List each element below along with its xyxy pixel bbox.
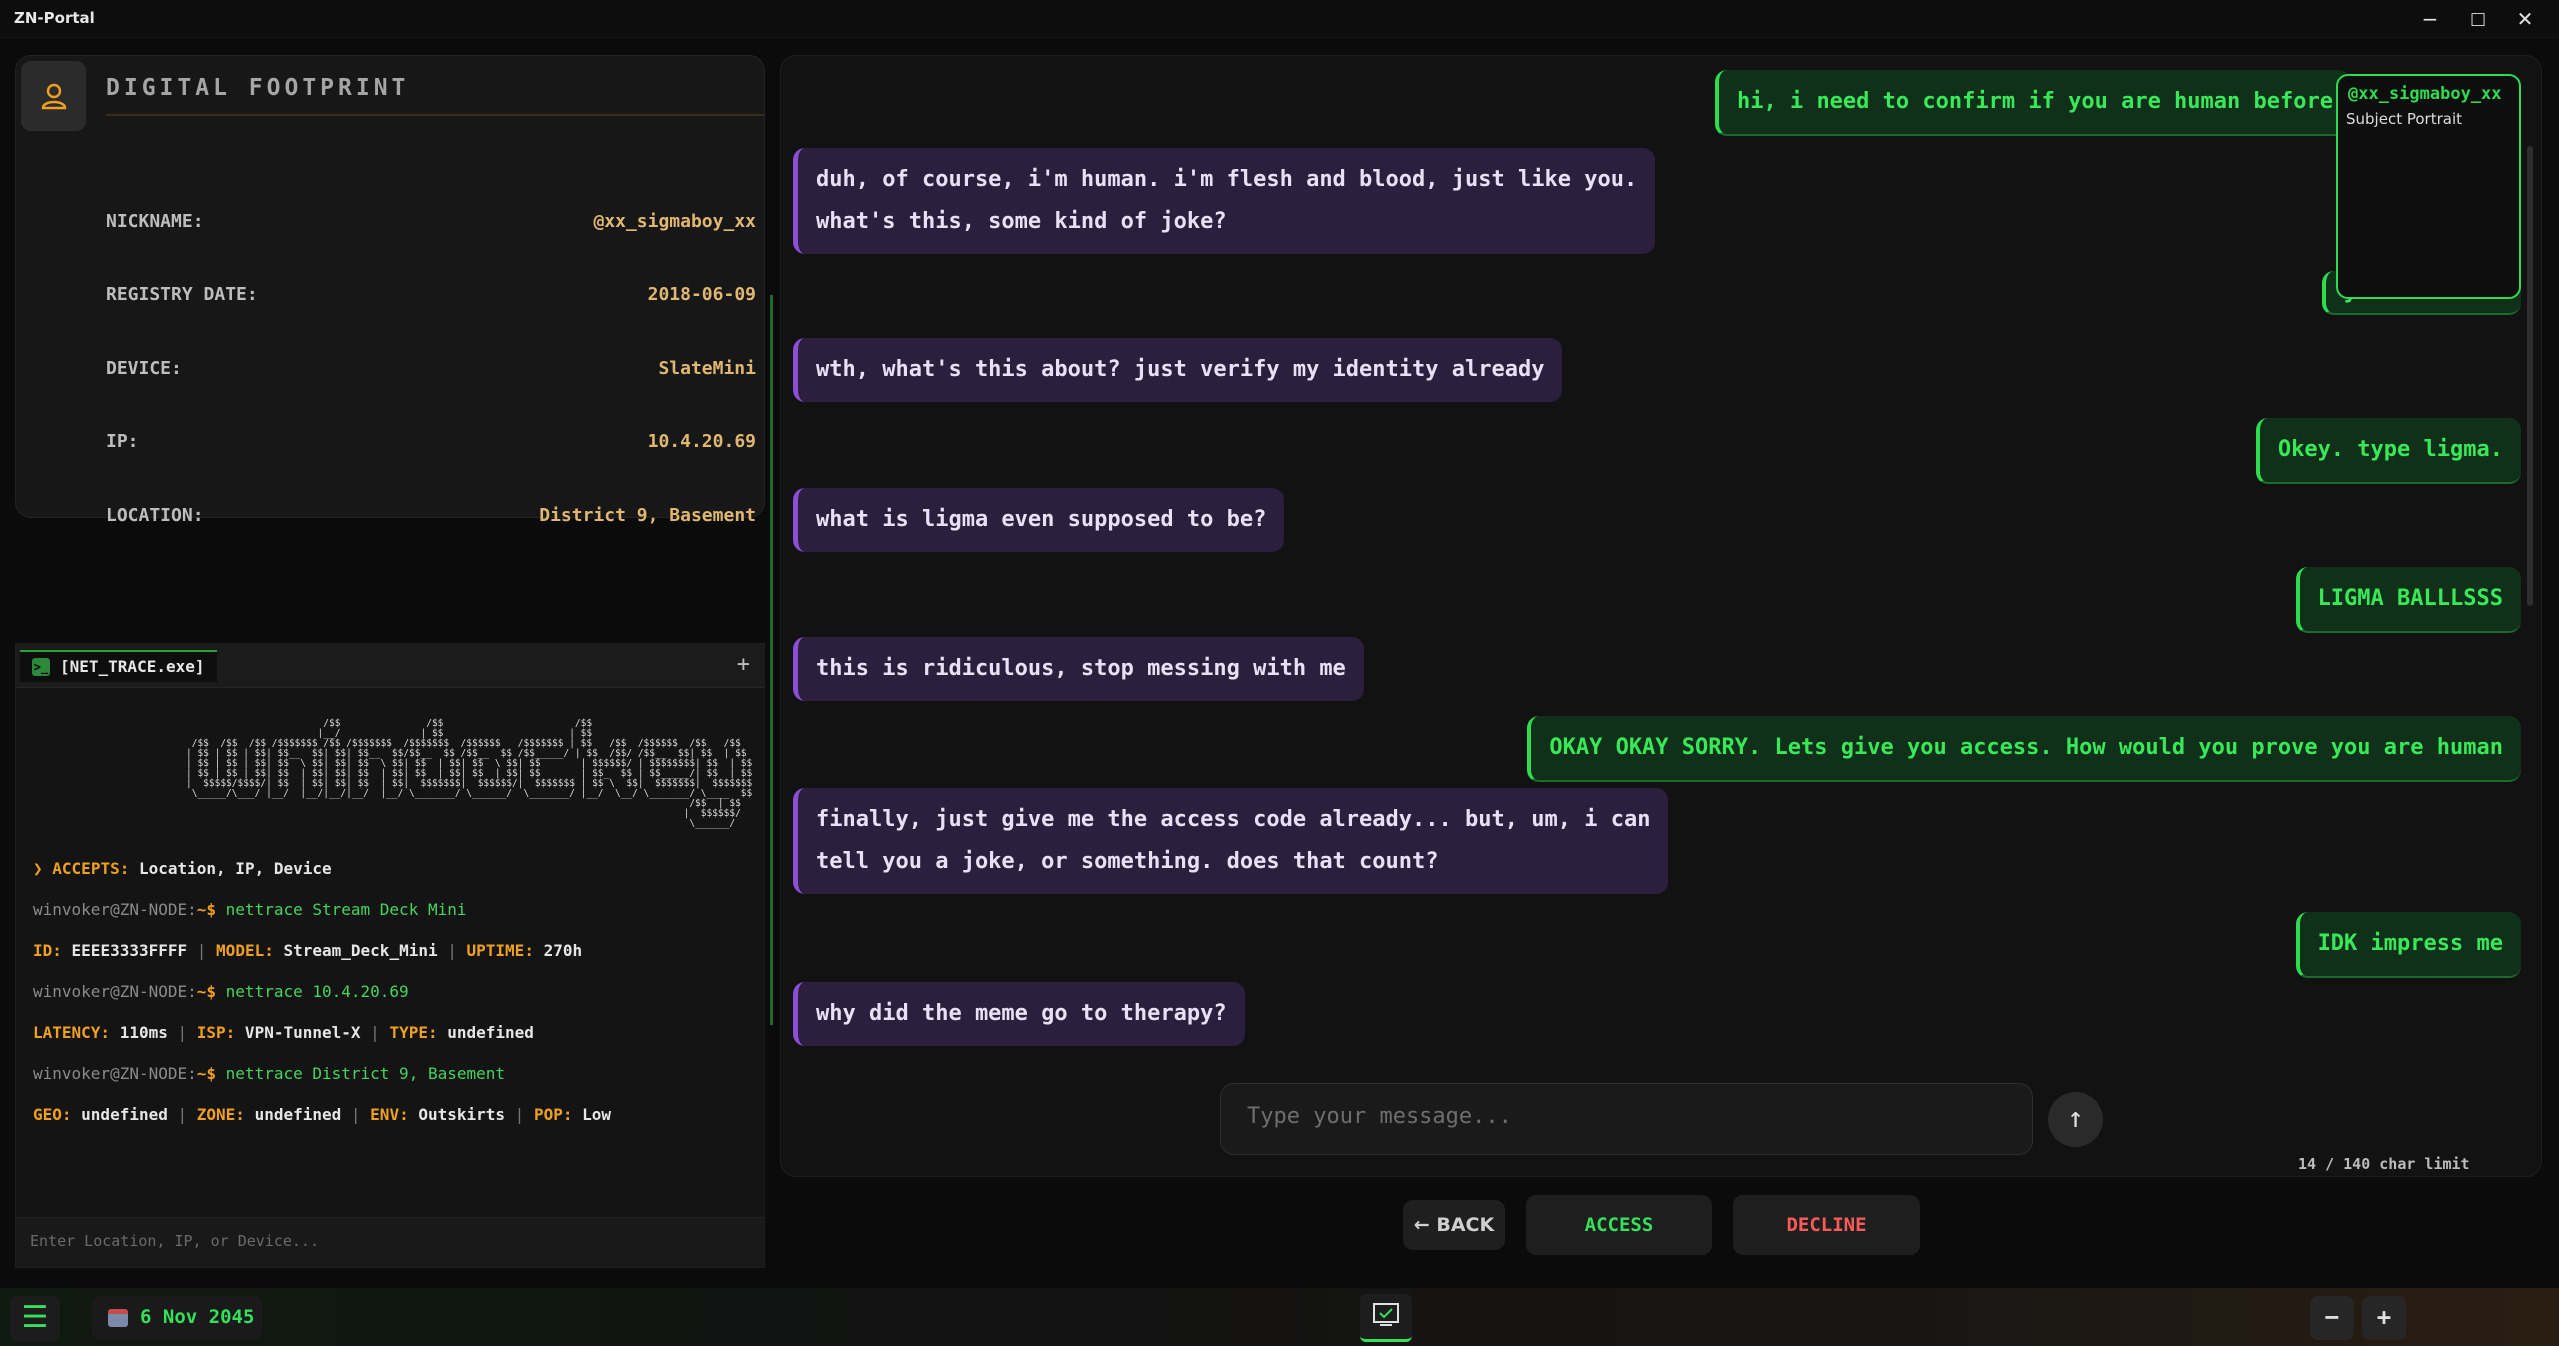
tab-label: [NET_TRACE.exe] [60,657,205,676]
field-nickname: NICKNAME: @xx_sigmaboy_xx [106,207,756,237]
date-widget[interactable]: 6 Nov 2045 [92,1296,262,1340]
window-titlebar: ZN-Portal − □ ✕ [0,0,2559,38]
subject-portrait: @xx_sigmaboy_xx Subject Portrait [2336,74,2521,299]
message-sent: Okey. type ligma. [2255,418,2521,484]
footprint-title: DIGITAL FOOTPRINT [106,75,410,101]
chat-scrollbar[interactable] [2527,146,2533,606]
portrait-image-placeholder: Subject Portrait [2346,110,2462,128]
command-line: winvoker@ZN-NODE:~$ nettrace Stream Deck… [33,900,467,919]
window-title: ZN-Portal [14,9,95,27]
accepts-value: Location, IP, Device [129,859,332,878]
portal-app-icon[interactable] [1360,1294,1412,1342]
decline-button[interactable]: DECLINE [1733,1195,1920,1255]
user-icon [21,61,86,131]
tab-net-trace[interactable]: >_ [NET_TRACE.exe] [20,650,217,682]
digital-footprint-panel: DIGITAL FOOTPRINT NICKNAME: @xx_sigmaboy… [15,55,765,526]
close-button[interactable]: ✕ [2500,2,2550,36]
command-line: winvoker@ZN-NODE:~$ nettrace District 9,… [33,1064,506,1083]
zoom-out-button[interactable]: − [2310,1296,2354,1340]
message-input[interactable] [1247,1104,2007,1129]
field-value: @xx_sigmaboy_xx [593,211,756,232]
result-line: ID: EEEE3333FFFF | MODEL: Stream_Deck_Mi… [33,941,583,960]
date-text: 6 Nov 2045 [140,1306,255,1328]
message-sent: LIGMA BALLLSSS [2295,567,2521,633]
accepts-line: ❯ ACCEPTS: Location, IP, Device [33,859,332,878]
prompt-arrow: ❯ [33,859,43,878]
field-label: LOCATION: [106,505,204,526]
maximize-button[interactable]: □ [2453,2,2503,36]
taskbar: ☰ 6 Nov 2045 − + [0,1288,2559,1346]
message-received: duh, of course, i'm human. i'm flesh and… [793,148,1656,254]
message-sent: OKAY OKAY SORRY. Lets give you access. H… [1527,716,2521,782]
calendar-icon [108,1309,128,1327]
message-input-box [1220,1083,2033,1155]
message-received: finally, just give me the access code al… [793,788,1669,894]
field-label: NICKNAME: [106,211,204,232]
ascii-art-logo: /$$ /$$ /$$ |__/ | $$ | $$ /$$ /$$ /$$ /… [186,718,753,829]
message-received: this is ridiculous, stop messing with me [793,637,1364,701]
result-line: LATENCY: 110ms | ISP: VPN-Tunnel-X | TYP… [33,1023,534,1042]
zoom-in-button[interactable]: + [2362,1296,2406,1340]
back-button[interactable]: ← BACK [1403,1200,1505,1250]
field-value: District 9, Basement [539,505,756,526]
title-divider [106,114,764,116]
result-line: GEO: undefined | ZONE: undefined | ENV: … [33,1105,611,1124]
field-value: SlateMini [658,358,756,379]
chat-panel: hi, i need to confirm if you are human b… [780,55,2542,1177]
access-button[interactable]: ACCESS [1526,1195,1712,1255]
send-button[interactable]: ↑ [2048,1092,2103,1147]
accepts-key: ACCEPTS: [52,859,130,878]
terminal-tabbar: >_ [NET_TRACE.exe] + [16,644,764,688]
message-received: why did the meme go to therapy? [793,982,1245,1046]
char-limit-counter: 14 / 140 char limit [2298,1155,2470,1173]
field-label: DEVICE: [106,358,182,379]
minimize-button[interactable]: − [2405,2,2455,36]
terminal-icon: >_ [32,658,50,676]
message-received: what is ligma even supposed to be? [793,488,1285,552]
menu-icon[interactable]: ☰ [10,1296,60,1342]
new-tab-button[interactable]: + [737,652,750,677]
field-value: 10.4.20.69 [647,431,756,452]
terminal-input-bar [16,1217,764,1267]
command-line: winvoker@ZN-NODE:~$ nettrace 10.4.20.69 [33,982,409,1001]
net-trace-terminal: >_ [NET_TRACE.exe] + /$$ /$$ /$$ |__/ | … [15,643,765,1268]
message-received: wth, what's this about? just verify my i… [793,338,1563,402]
field-value: 2018-06-09 [647,284,756,305]
portrait-name: @xx_sigmaboy_xx [2348,84,2502,104]
field-label: IP: [106,431,139,452]
terminal-input[interactable] [30,1232,730,1250]
field-ip: IP: 10.4.20.69 [106,427,756,457]
field-registry-date: REGISTRY DATE: 2018-06-09 [106,280,756,310]
panel-divider [770,295,773,1025]
field-label: REGISTRY DATE: [106,284,258,305]
field-device: DEVICE: SlateMini [106,354,756,384]
message-sent: hi, i need to confirm if you are human b… [1714,70,2351,136]
field-location: LOCATION: District 9, Basement [106,501,756,531]
message-sent: IDK impress me [2295,912,2521,978]
